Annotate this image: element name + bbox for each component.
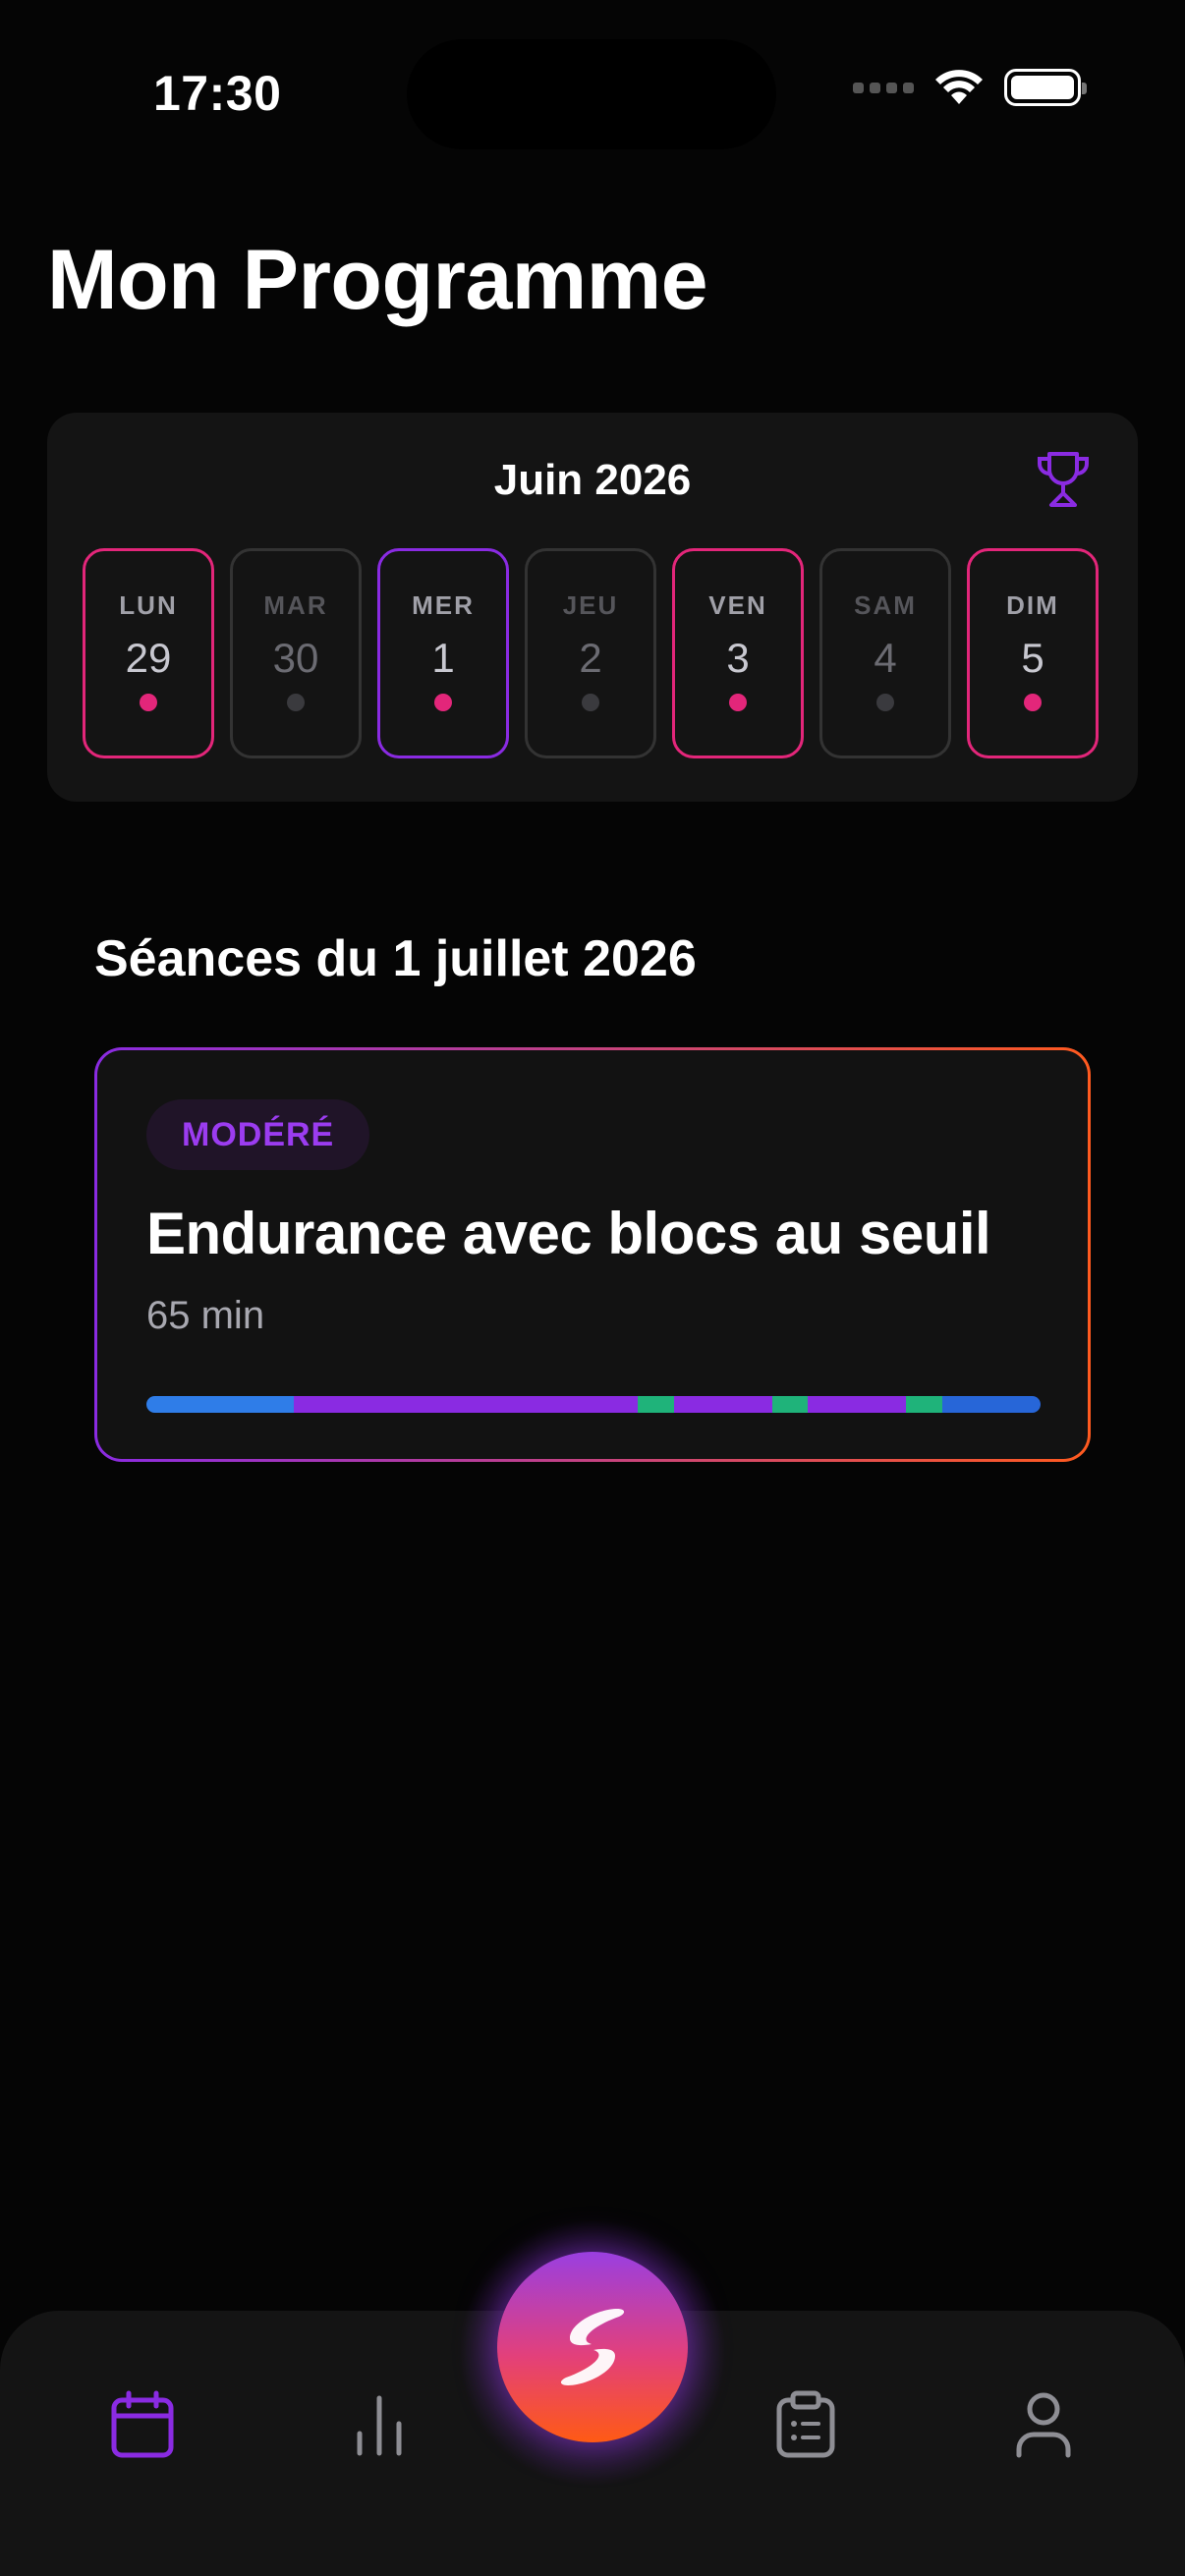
- intensity-badge: MODÉRÉ: [146, 1099, 370, 1170]
- day-name: VEN: [708, 590, 767, 620]
- day-number: 29: [125, 635, 172, 681]
- day-name: MAR: [263, 590, 328, 620]
- session-card[interactable]: MODÉRÉ Endurance avec blocs au seuil 65 …: [94, 1047, 1091, 1462]
- session-dot: [140, 694, 157, 711]
- session-dot: [876, 694, 894, 711]
- zone-segment-endurance: [808, 1396, 907, 1413]
- day-name: JEU: [562, 590, 619, 620]
- tab-calendar[interactable]: [103, 2385, 182, 2464]
- month-label: Juin 2026: [493, 456, 692, 504]
- day-number: 5: [1021, 635, 1044, 681]
- tab-stats[interactable]: [340, 2385, 419, 2464]
- day-number: 30: [272, 635, 319, 681]
- day-lun[interactable]: LUN 29: [83, 548, 214, 758]
- day-mar[interactable]: MAR 30: [230, 548, 362, 758]
- clipboard-icon: [776, 2390, 835, 2458]
- week-calendar-card: Juin 2026 LUN 29 MAR 30 MER 1 JEU 2 VEN: [47, 413, 1138, 802]
- bar-chart-icon: [357, 2395, 402, 2456]
- session-dot: [287, 694, 305, 711]
- calendar-icon: [111, 2390, 174, 2458]
- day-jeu[interactable]: JEU 2: [525, 548, 656, 758]
- day-name: SAM: [854, 590, 917, 620]
- zone-segment-threshold: [906, 1396, 942, 1413]
- session-dot: [1024, 694, 1042, 711]
- days-row: LUN 29 MAR 30 MER 1 JEU 2 VEN 3 SAM 4 DI…: [83, 548, 1099, 758]
- dynamic-island: [407, 39, 776, 149]
- session-dot: [434, 694, 452, 711]
- session-dot: [729, 694, 747, 711]
- zone-bar: [146, 1396, 1041, 1413]
- day-name: MER: [412, 590, 475, 620]
- day-number: 4: [874, 635, 897, 681]
- status-indicators: [853, 69, 1087, 106]
- tab-plans[interactable]: [766, 2385, 845, 2464]
- day-ven[interactable]: VEN 3: [672, 548, 804, 758]
- page-title: Mon Programme: [47, 233, 708, 327]
- session-dot: [582, 694, 599, 711]
- cellular-signal-icon: [853, 82, 914, 93]
- day-name: LUN: [119, 590, 178, 620]
- day-name: DIM: [1006, 590, 1059, 620]
- day-dim[interactable]: DIM 5: [967, 548, 1099, 758]
- sessions-title: Séances du 1 juillet 2026: [94, 930, 697, 987]
- battery-icon: [1004, 69, 1087, 106]
- day-number: 2: [579, 635, 602, 681]
- zone-segment-cooldown: [941, 1396, 1041, 1413]
- zone-segment-endurance: [673, 1396, 772, 1413]
- center-action-button[interactable]: [497, 2252, 688, 2442]
- day-number: 1: [431, 635, 455, 681]
- tab-profile[interactable]: [1004, 2385, 1083, 2464]
- zone-segment-endurance: [294, 1396, 639, 1413]
- user-icon: [1016, 2392, 1071, 2458]
- day-sam[interactable]: SAM 4: [819, 548, 951, 758]
- status-time: 17:30: [153, 66, 282, 121]
- day-number: 3: [726, 635, 750, 681]
- session-name: Endurance avec blocs au seuil: [146, 1201, 991, 1266]
- day-mer-selected[interactable]: MER 1: [377, 548, 509, 758]
- zone-segment-threshold: [638, 1396, 674, 1413]
- zone-segment-warmup: [146, 1396, 295, 1413]
- wifi-icon: [935, 70, 983, 104]
- session-duration: 65 min: [146, 1294, 265, 1337]
- zone-segment-threshold: [771, 1396, 809, 1413]
- trophy-icon[interactable]: [1034, 448, 1093, 509]
- logo-icon: [560, 2309, 625, 2385]
